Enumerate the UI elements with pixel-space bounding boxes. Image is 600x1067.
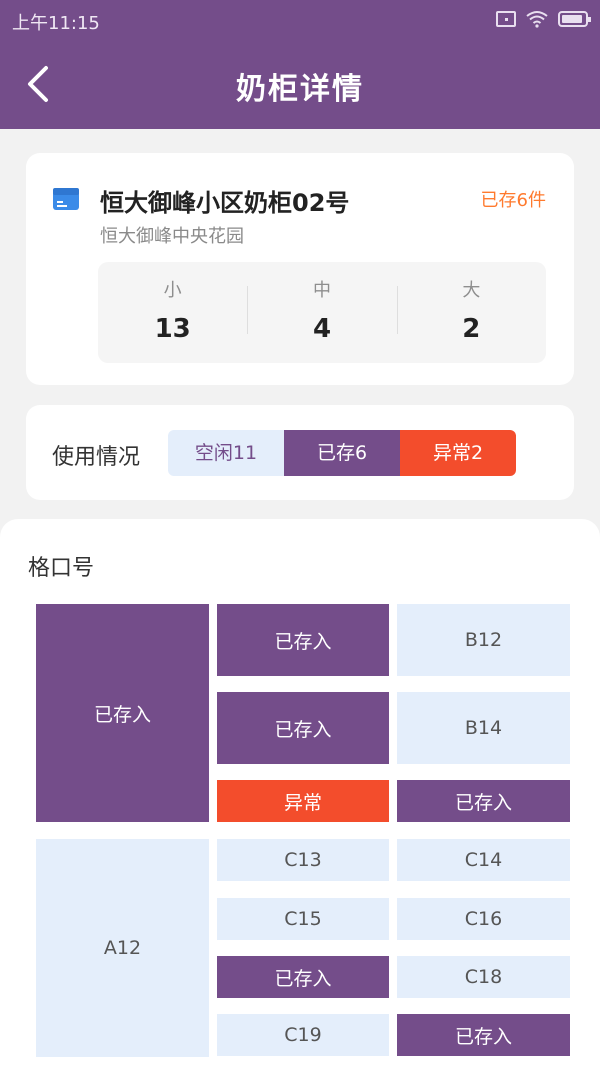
slot-cell[interactable]: C19 xyxy=(217,1014,389,1056)
slot-cell[interactable]: C14 xyxy=(397,839,570,881)
size-label: 中 xyxy=(312,280,331,301)
usage-card: 使用情况 空闲11 已存6 异常2 xyxy=(26,405,574,500)
slot-cell[interactable]: C15 xyxy=(217,898,389,940)
wifi-icon xyxy=(526,11,548,28)
size-value: 2 xyxy=(462,314,481,344)
sim-icon xyxy=(496,11,516,27)
cabinet-name: 恒大御峰小区奶柜02号 xyxy=(100,189,350,217)
slot-cell[interactable]: 异常 xyxy=(217,780,389,822)
size-value: 4 xyxy=(312,314,332,344)
app-header: 上午11:15 奶柜详情 xyxy=(0,0,600,129)
slot-cell[interactable]: C18 xyxy=(397,956,570,998)
slot-cell[interactable]: C16 xyxy=(397,898,570,940)
slot-cell[interactable]: 已存入 xyxy=(217,692,389,764)
tab-stored[interactable]: 已存6 xyxy=(284,430,400,476)
tab-idle[interactable]: 空闲11 xyxy=(168,430,284,476)
slot-grid-panel: 格口号 已存入 已存入 B12 已存入 B14 异常 已存入 A12 C13 C… xyxy=(0,519,600,1067)
box-icon xyxy=(53,188,79,210)
status-icons xyxy=(496,10,591,28)
slot-cell[interactable]: 已存入 xyxy=(397,780,570,822)
battery-icon xyxy=(558,11,591,27)
size-small: 小 13 xyxy=(98,262,247,363)
size-label: 大 xyxy=(462,280,481,301)
usage-filter-tabs: 空闲11 已存6 异常2 xyxy=(168,430,516,476)
size-large: 大 2 xyxy=(396,262,546,363)
stored-count: 已存6件 xyxy=(480,190,546,211)
slot-cell[interactable]: 已存入 xyxy=(217,956,389,998)
size-label: 小 xyxy=(163,280,182,301)
slot-cell[interactable]: 已存入 xyxy=(217,604,389,676)
slot-cell[interactable]: B12 xyxy=(397,604,570,676)
slot-cell[interactable]: 已存入 xyxy=(36,604,209,822)
cabinet-info-card: 恒大御峰小区奶柜02号 已存6件 恒大御峰中央花园 小 13 中 4 大 2 xyxy=(26,153,574,385)
usage-label: 使用情况 xyxy=(52,445,141,470)
slot-cell[interactable]: C13 xyxy=(217,839,389,881)
size-summary: 小 13 中 4 大 2 xyxy=(98,262,546,363)
slot-cell[interactable]: B14 xyxy=(397,692,570,764)
cabinet-address: 恒大御峰中央花园 xyxy=(100,226,244,247)
tab-abnormal[interactable]: 异常2 xyxy=(400,430,516,476)
slot-cell[interactable]: 已存入 xyxy=(397,1014,570,1056)
size-value: 13 xyxy=(154,314,191,344)
page-title: 奶柜详情 xyxy=(236,72,364,107)
size-medium: 中 4 xyxy=(247,262,396,363)
slot-cell[interactable]: A12 xyxy=(36,839,209,1057)
slot-grid-title: 格口号 xyxy=(28,556,95,581)
status-time: 上午11:15 xyxy=(12,13,100,34)
